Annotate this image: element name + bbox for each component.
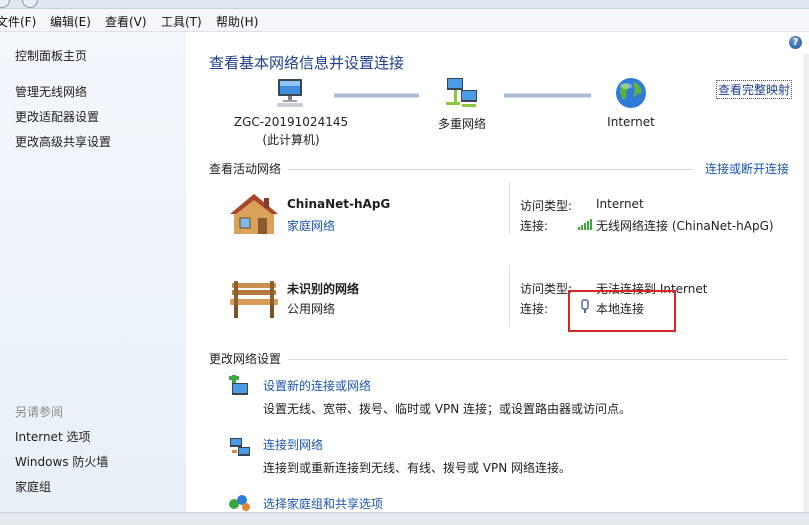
menu-help[interactable]: 帮助(H) [214,12,260,31]
network-2-connection-label: 连接: [520,302,549,316]
see-also-heading: 另请参阅 [15,405,64,419]
network-1-connection-label: 连接: [520,219,549,233]
new-connection-icon [229,375,248,395]
network-2-name: 未识别的网络 [287,282,360,296]
multiple-networks-icon [446,78,477,107]
connect-disconnect-link[interactable]: 连接或断开连接 [705,160,789,177]
connect-to-network-icon [230,438,250,456]
computer-name: ZGC-20191024145 [233,115,349,129]
sidebar-item-control-panel-home[interactable]: 控制面板主页 [15,47,87,64]
network-1-name: ChinaNet-hApG [287,197,391,211]
menu-bar: 文件(F) 编辑(E) 查看(V) 工具(T) 帮助(H) [0,9,809,32]
see-also-windows-firewall[interactable]: Windows 防火墙 [15,453,108,470]
task-connect-to-network-desc: 连接到或重新连接到无线、有线、拨号或 VPN 网络连接。 [263,461,572,475]
menu-tools[interactable]: 工具(T) [159,12,204,31]
network-2-access-label: 访问类型: [520,282,573,296]
map-node-computer: ZGC-20191024145 (此计算机) [226,76,356,148]
network-1-type-link[interactable]: 家庭网络 [287,217,335,234]
back-button[interactable] [0,0,10,8]
status-bar [0,512,809,525]
sidebar-item-adapter-settings[interactable]: 更改适配器设置 [15,108,99,125]
map-node-internet[interactable]: Internet [586,76,676,129]
network-1-connection-link[interactable]: 无线网络连接 (ChinaNet-hApG) [596,217,774,234]
internet-label: Internet [607,115,655,129]
task-setup-new-connection-link[interactable]: 设置新的连接或网络 [263,377,371,394]
public-network-bench-icon [230,281,278,318]
main-content: ? 查看基本网络信息并设置连接 查看完整映射 ZGC-20191024145 (… [186,32,809,512]
see-also-internet-options[interactable]: Internet 选项 [15,428,90,445]
help-icon[interactable]: ? [789,36,802,49]
active-networks-heading: 查看活动网络 [209,162,282,176]
computer-subtitle: (此计算机) [262,133,320,147]
task-homegroup-sharing-link[interactable]: 选择家庭组和共享选项 [263,495,383,512]
sidebar: 控制面板主页 管理无线网络 更改适配器设置 更改高级共享设置 另请参阅 Inte… [0,32,186,512]
network-1-access-label: 访问类型: [520,199,573,213]
page-title: 查看基本网络信息并设置连接 [209,54,405,72]
globe-icon [616,78,646,108]
computer-icon [277,79,303,107]
divider-network-1 [509,182,510,234]
see-also-homegroup[interactable]: 家庭组 [15,478,51,495]
map-connector-1 [334,93,419,98]
map-connector-2 [504,93,591,98]
home-network-icon [230,194,278,234]
change-settings-rule [288,359,788,360]
forward-button[interactable] [22,0,38,8]
homegroup-sharing-icon [229,495,250,511]
sidebar-item-manage-wireless[interactable]: 管理无线网络 [15,83,87,100]
wireless-signal-icon [578,219,592,230]
view-full-map-link[interactable]: 查看完整映射 [716,80,793,99]
scrollbar[interactable] [803,54,809,512]
highlight-box [568,290,676,332]
divider-network-2 [509,265,510,327]
sidebar-item-advanced-sharing[interactable]: 更改高级共享设置 [15,133,111,150]
network-2-type: 公用网络 [287,302,336,316]
menu-file[interactable]: 文件(F) [0,12,38,31]
map-node-network[interactable]: 多重网络 [412,76,512,132]
network-label: 多重网络 [437,117,486,131]
active-networks-rule [288,169,694,170]
window-title-strip [0,0,809,9]
menu-edit[interactable]: 编辑(E) [48,12,93,31]
task-connect-to-network-link[interactable]: 连接到网络 [263,436,323,453]
network-1-access-value: Internet [596,197,644,211]
change-settings-heading: 更改网络设置 [209,352,282,366]
task-setup-new-connection-desc: 设置无线、宽带、拨号、临时或 VPN 连接；或设置路由器或访问点。 [263,402,632,416]
menu-view[interactable]: 查看(V) [103,12,149,31]
